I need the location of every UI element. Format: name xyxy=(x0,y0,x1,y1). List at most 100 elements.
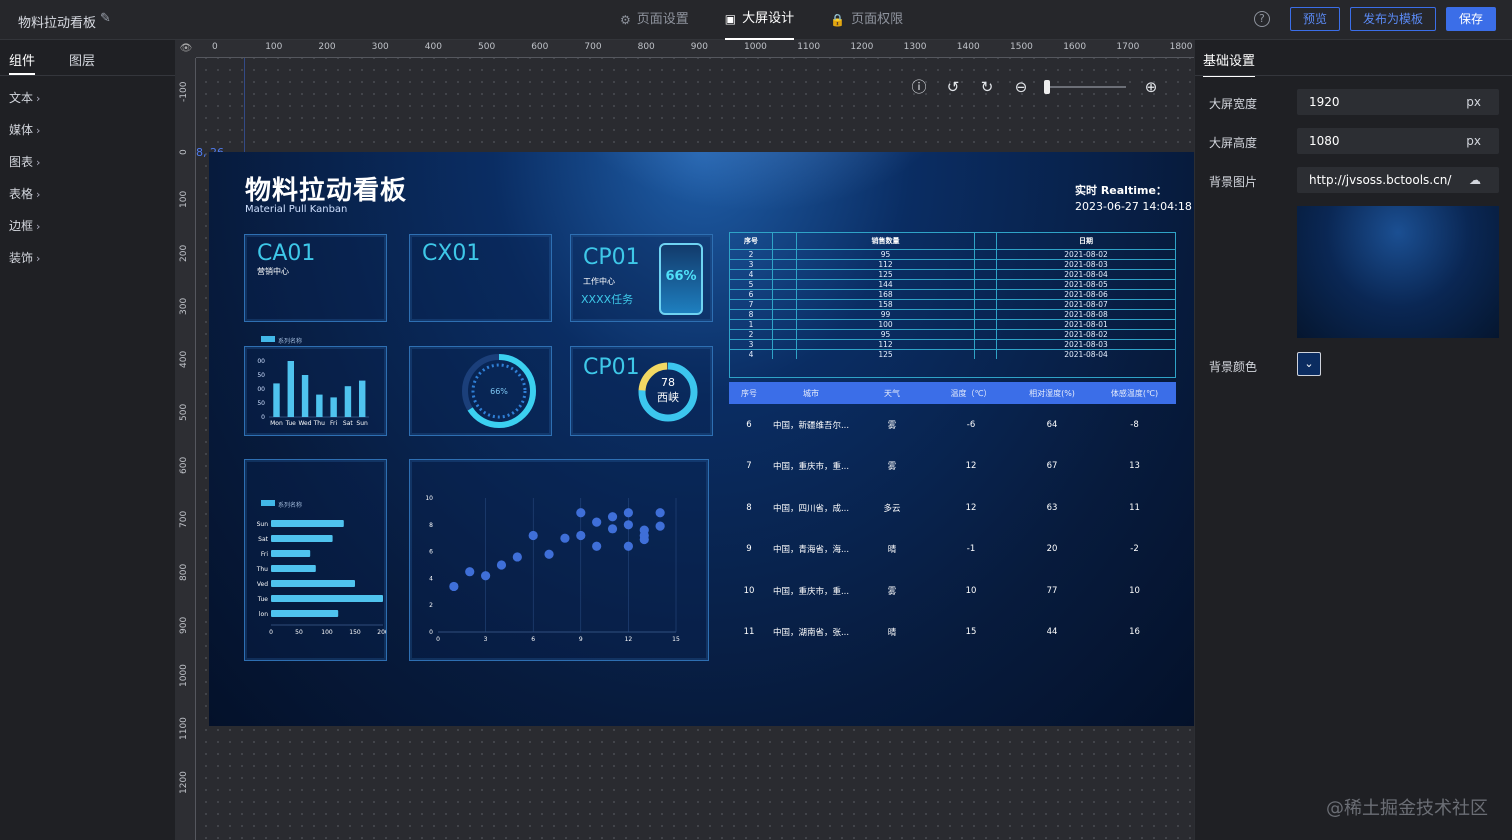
bg-image-input[interactable]: http://jvsoss.bctools.cn/ ☁ xyxy=(1297,167,1499,193)
chevron-right-icon: › xyxy=(36,220,41,233)
upload-cloud-icon[interactable]: ☁ xyxy=(1469,167,1481,193)
redo-icon[interactable]: ↻ xyxy=(978,78,996,96)
design-canvas[interactable]: 👁 0 100 200 300 400 500 600 700 800 900 1000 1100 12… xyxy=(176,40,1194,840)
tab-screen-design[interactable]: ▣ 大屏设计 xyxy=(724,0,795,40)
x-tick-label: 0 xyxy=(436,636,440,643)
legend-swatch xyxy=(261,335,275,342)
card-cp01-donut[interactable]: CP01 78 西峡 xyxy=(570,346,713,436)
zoom-in-icon[interactable]: ⊕ xyxy=(1142,78,1160,96)
ruler-tick-label: 100 xyxy=(179,191,189,209)
sales-table[interactable]: 序号 销售数量 日期 2 95 2021-08-02 3 112 2021-08-03 4 1… xyxy=(729,232,1176,378)
tab-components[interactable]: 组件 xyxy=(9,50,36,75)
preview-button[interactable]: 预览 xyxy=(1289,7,1340,31)
tab-layers[interactable]: 图层 xyxy=(69,50,95,75)
card-scatter-chart[interactable]: 0 3 6 9 12 15 0 2 4 6 8 10 xyxy=(409,459,709,661)
table-cell: 8 xyxy=(746,502,752,513)
ruler-tick-label: 1000 xyxy=(744,42,767,52)
scatter-point xyxy=(576,508,586,518)
ruler-tick-label: 100 xyxy=(265,42,283,52)
bg-image-preview[interactable] xyxy=(1297,206,1499,338)
screen-width-input[interactable]: 1920 px xyxy=(1297,89,1499,115)
publish-template-button[interactable]: 发布为模板 xyxy=(1349,7,1436,31)
scatter-point xyxy=(639,534,649,545)
table-cell xyxy=(975,260,997,269)
weather-table[interactable]: 序号 城市 天气 温度（℃） 相对湿度(%) 体感温度(℃) 6 中国，新疆维吾尔… xyxy=(729,382,1176,652)
scatter-point xyxy=(623,508,633,518)
x-tick-label: Fri xyxy=(330,420,337,427)
table-cell: 4 xyxy=(730,270,773,279)
table-cell: 95 xyxy=(797,250,975,259)
component-category-border[interactable]: 边框 › xyxy=(0,210,175,242)
table-cell xyxy=(773,300,797,309)
table-cell xyxy=(773,280,797,289)
card-ring-gauge[interactable]: 66% xyxy=(409,346,552,436)
screen-height-input[interactable]: 1080 px xyxy=(1297,128,1499,154)
undo-icon[interactable]: ↺ xyxy=(944,78,962,96)
tab-page-permission[interactable]: 🔒 页面权限 xyxy=(830,0,903,40)
table-row: 11 中国，湖南省，张... 晴 15 44 16 xyxy=(729,612,1176,653)
table-cell xyxy=(773,330,797,339)
horizontal-ruler[interactable]: 0 100 200 300 400 500 600 700 800 900 1000 1100 1200… xyxy=(196,40,1194,58)
component-category-table[interactable]: 表格 › xyxy=(0,178,175,210)
table-cell: 中国，青海省，海... xyxy=(772,545,850,556)
component-category-decoration[interactable]: 装饰 › xyxy=(0,242,175,274)
scatter-point xyxy=(481,571,491,581)
ruler-tick-label: 1800 xyxy=(1169,42,1193,52)
scatter-point xyxy=(544,549,554,559)
bg-color-picker[interactable]: ⌄ xyxy=(1297,352,1321,376)
table-cell xyxy=(975,310,997,319)
header-cell: 相对湿度(%) xyxy=(1029,388,1075,398)
card-ca01[interactable]: CA01 营销中心 xyxy=(244,234,387,322)
help-icon[interactable]: ? xyxy=(1253,11,1270,27)
table-cell: 16 xyxy=(1129,627,1140,638)
component-category-media[interactable]: 媒体 › xyxy=(0,114,175,146)
ruler-tick-label: 1100 xyxy=(797,42,821,52)
zoom-slider-handle[interactable] xyxy=(1044,80,1050,94)
table-body: 2 95 2021-08-02 3 112 2021-08-03 4 125 2021-08-0… xyxy=(730,249,1175,359)
info-icon[interactable]: ⓘ xyxy=(910,78,928,96)
screen-title[interactable]: 物料拉动看板 xyxy=(245,170,407,207)
card-hbar-chart[interactable]: 系列名称 Sun Sat Fri Thu Ved Tue lon 0 50 100 150 200 xyxy=(244,459,389,661)
card-subtitle: 营销中心 xyxy=(257,267,289,276)
table-cell: 13 xyxy=(1129,461,1140,472)
chevron-right-icon: › xyxy=(36,252,41,265)
component-category-chart[interactable]: 图表 › xyxy=(0,146,175,178)
table-cell xyxy=(975,280,997,289)
eye-icon[interactable]: 👁 xyxy=(176,40,196,58)
card-cx01[interactable]: CX01 xyxy=(409,234,552,322)
ruler-tick-label: 1600 xyxy=(1063,42,1087,52)
vertical-ruler[interactable]: -100 0 100 200 300 400 500 600 700 800 900 1000 1100… xyxy=(176,58,196,840)
x-tick-label: 15 xyxy=(672,636,680,643)
component-list: 文本 › 媒体 › 图表 › 表格 › 边框 › 装饰 › xyxy=(0,76,175,274)
table-cell: 6 xyxy=(730,290,773,299)
scatter-point xyxy=(528,530,538,541)
tab-page-settings[interactable]: ⚙ 页面设置 xyxy=(620,0,689,40)
ruler-tick-label: 800 xyxy=(179,563,189,581)
header-spacer xyxy=(975,233,997,249)
component-category-text[interactable]: 文本 › xyxy=(0,82,175,114)
zoom-out-icon[interactable]: ⊖ xyxy=(1012,78,1030,96)
y-tick-label: lon xyxy=(259,611,268,618)
realtime-datetime[interactable]: 2023-06-27 14:04:18 xyxy=(1075,200,1192,213)
card-code: CP01 xyxy=(583,245,640,270)
tab-basic-settings[interactable]: 基础设置 xyxy=(1203,50,1256,77)
table-row: 2 95 2021-08-02 xyxy=(730,249,1175,259)
table-cell: 2021-08-02 xyxy=(1064,250,1108,259)
table-row: 7 中国，重庆市，重... 雾 12 67 13 xyxy=(729,446,1176,488)
header-cell: 天气 xyxy=(884,388,900,398)
table-cell xyxy=(975,290,997,299)
card-cp01[interactable]: CP01 工作中心 XXXX任务 66% xyxy=(570,234,713,322)
table-cell: 1 xyxy=(730,320,773,329)
bg-color-label: 背景颜色 xyxy=(1209,360,1258,374)
screen-subtitle[interactable]: Material Pull Kanban xyxy=(245,204,347,215)
card-bar-chart[interactable]: 00 50 00 50 0 Mon Tue Wed Thu Fri Sat Sun xyxy=(244,346,387,436)
zoom-slider[interactable] xyxy=(1044,80,1126,94)
table-cell: 15 xyxy=(965,627,977,638)
save-button[interactable]: 保存 xyxy=(1445,7,1496,31)
table-cell: 99 xyxy=(797,310,975,319)
dashboard-screen[interactable]: 物料拉动看板 Material Pull Kanban 实时 Realtime：… xyxy=(209,152,1194,726)
edit-icon[interactable]: ✎ xyxy=(100,11,111,26)
realtime-label[interactable]: 实时 Realtime： xyxy=(1075,182,1167,198)
table-cell: 晴 xyxy=(887,628,897,639)
table-cell: 2021-08-06 xyxy=(1064,290,1108,299)
